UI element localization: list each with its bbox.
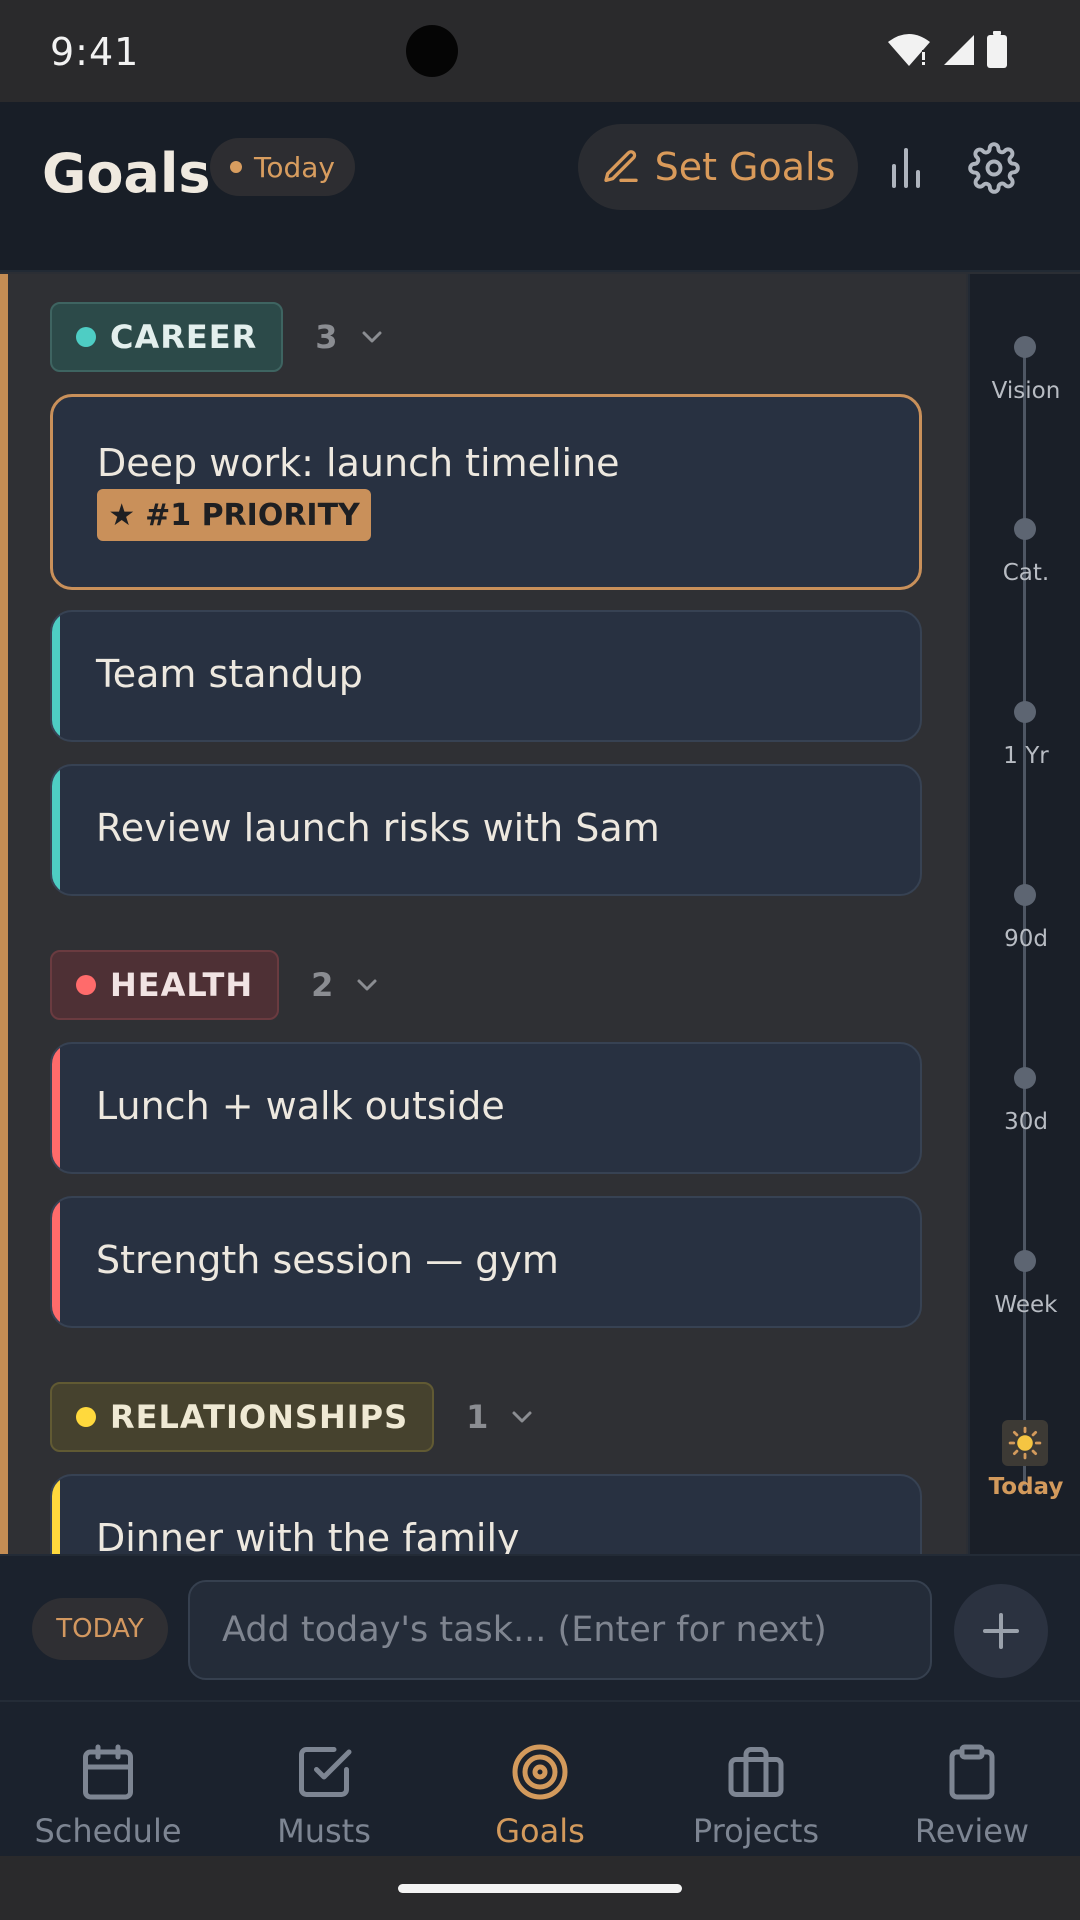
checkbox-icon xyxy=(294,1742,354,1802)
category-dot xyxy=(76,1407,96,1427)
briefcase-icon xyxy=(726,1742,786,1802)
timeline-label-category[interactable]: Cat. xyxy=(970,560,1080,586)
category-dot xyxy=(76,975,96,995)
section-header-relationships[interactable]: RELATIONSHIPS 1 xyxy=(50,1382,538,1452)
home-gesture-bar[interactable] xyxy=(398,1884,682,1893)
category-dot xyxy=(76,327,96,347)
category-count: 2 xyxy=(311,966,334,1004)
add-task-button[interactable] xyxy=(954,1584,1048,1678)
timeline-dot-vision[interactable] xyxy=(1014,336,1036,358)
category-label: CAREER xyxy=(110,318,258,356)
task-title: Deep work: launch timeline xyxy=(97,441,620,485)
category-stripe xyxy=(52,1476,60,1554)
plus-icon xyxy=(983,1613,1019,1649)
task-title: Dinner with the family xyxy=(96,1516,520,1554)
category-label: RELATIONSHIPS xyxy=(110,1398,409,1436)
status-icons xyxy=(886,30,1008,70)
category-badge-health: HEALTH xyxy=(50,950,280,1020)
nav-label: Musts xyxy=(277,1812,371,1850)
timeline-label-today[interactable]: Today xyxy=(970,1474,1080,1500)
task-title: Lunch + walk outside xyxy=(96,1084,505,1128)
category-label: HEALTH xyxy=(110,966,254,1004)
timeline-label-1yr[interactable]: 1 Yr xyxy=(970,743,1080,769)
timeline-label-90d[interactable]: 90d xyxy=(970,926,1080,952)
timeline-dot-1yr[interactable] xyxy=(1014,701,1036,723)
scope-accent-bar xyxy=(0,274,8,1554)
category-count: 3 xyxy=(315,318,338,356)
set-goals-label: Set Goals xyxy=(654,145,836,189)
priority-badge: ★ #1 PRIORITY xyxy=(97,489,371,541)
clipboard-icon xyxy=(942,1742,1002,1802)
battery-icon xyxy=(987,31,1007,68)
timeline-label-week[interactable]: Week xyxy=(970,1292,1080,1318)
task-card-priority[interactable]: Deep work: launch timeline ★ #1 PRIORITY xyxy=(50,394,922,590)
task-card[interactable]: Review launch risks with Sam xyxy=(50,764,922,896)
timeline-label-30d[interactable]: 30d xyxy=(970,1109,1080,1135)
status-time: 9:41 xyxy=(50,30,140,74)
task-card[interactable]: Lunch + walk outside xyxy=(50,1042,922,1174)
category-badge-career: CAREER xyxy=(50,302,284,372)
add-task-input[interactable] xyxy=(188,1580,932,1680)
nav-item-goals[interactable]: Goals xyxy=(432,1702,648,1858)
scope-pill[interactable]: Today xyxy=(210,138,355,196)
chevron-down-icon[interactable] xyxy=(510,1403,538,1431)
wifi-icon xyxy=(888,34,930,66)
task-title: Team standup xyxy=(96,652,363,696)
nav-label: Projects xyxy=(692,1812,820,1850)
scope-chip[interactable]: TODAY xyxy=(32,1598,168,1660)
category-count: 1 xyxy=(466,1398,489,1436)
pencil-icon xyxy=(603,150,638,182)
status-bar: 9:41 xyxy=(0,0,1080,102)
category-stripe xyxy=(52,766,60,894)
nav-label: Review xyxy=(914,1812,1030,1850)
nav-label: Goals xyxy=(495,1812,585,1850)
task-card[interactable]: Dinner with the family xyxy=(50,1474,922,1554)
sun-icon[interactable] xyxy=(1002,1420,1048,1466)
category-stripe xyxy=(52,1044,60,1172)
nav-item-review[interactable]: Review xyxy=(864,1702,1080,1858)
page-title: Goals xyxy=(42,142,211,205)
chevron-down-icon[interactable] xyxy=(355,971,383,999)
scope-pill-label: Today xyxy=(254,150,335,184)
section-header-career[interactable]: CAREER 3 xyxy=(50,302,388,372)
app-header: Goals Today Set Goals xyxy=(0,102,1080,272)
signal-icon xyxy=(944,35,974,65)
calendar-icon xyxy=(78,1742,138,1802)
nav-label: Schedule xyxy=(34,1812,182,1850)
target-icon xyxy=(510,1742,570,1802)
settings-button[interactable] xyxy=(968,142,1020,194)
category-stripe xyxy=(52,612,60,740)
nav-item-musts[interactable]: Musts xyxy=(216,1702,432,1858)
horizon-timeline[interactable]: Vision Cat. 1 Yr 90d 30d Week Today xyxy=(968,274,1080,1554)
task-card[interactable]: Team standup xyxy=(50,610,922,742)
gear-icon xyxy=(968,142,1020,194)
stats-button[interactable] xyxy=(880,142,932,194)
star-icon: ★ xyxy=(108,497,136,533)
camera-cutout xyxy=(406,25,458,77)
timeline-label-vision[interactable]: Vision xyxy=(970,378,1080,404)
task-composer: TODAY xyxy=(0,1554,1080,1700)
category-badge-relationships: RELATIONSHIPS xyxy=(50,1382,435,1452)
bar-chart-icon xyxy=(892,148,920,188)
timeline-dot-90d[interactable] xyxy=(1014,884,1036,906)
nav-item-schedule[interactable]: Schedule xyxy=(0,1702,216,1858)
task-title: Strength session — gym xyxy=(96,1238,559,1282)
gesture-area xyxy=(0,1856,1080,1920)
chevron-down-icon[interactable] xyxy=(360,323,388,351)
priority-badge-label: #1 PRIORITY xyxy=(145,497,360,533)
section-header-health[interactable]: HEALTH 2 xyxy=(50,950,383,1020)
bottom-nav: Schedule Musts Goals Projects Review xyxy=(0,1700,1080,1856)
category-stripe xyxy=(52,1198,60,1326)
set-goals-button[interactable]: Set Goals xyxy=(578,124,858,210)
task-card[interactable]: Strength session — gym xyxy=(50,1196,922,1328)
scope-dot xyxy=(230,161,242,173)
timeline-dot-week[interactable] xyxy=(1014,1250,1036,1272)
timeline-dot-30d[interactable] xyxy=(1014,1067,1036,1089)
goals-list[interactable]: CAREER 3 Deep work: launch timeline ★ #1… xyxy=(0,274,966,1554)
task-title: Review launch risks with Sam xyxy=(96,806,660,850)
nav-item-projects[interactable]: Projects xyxy=(648,1702,864,1858)
timeline-dot-category[interactable] xyxy=(1014,518,1036,540)
